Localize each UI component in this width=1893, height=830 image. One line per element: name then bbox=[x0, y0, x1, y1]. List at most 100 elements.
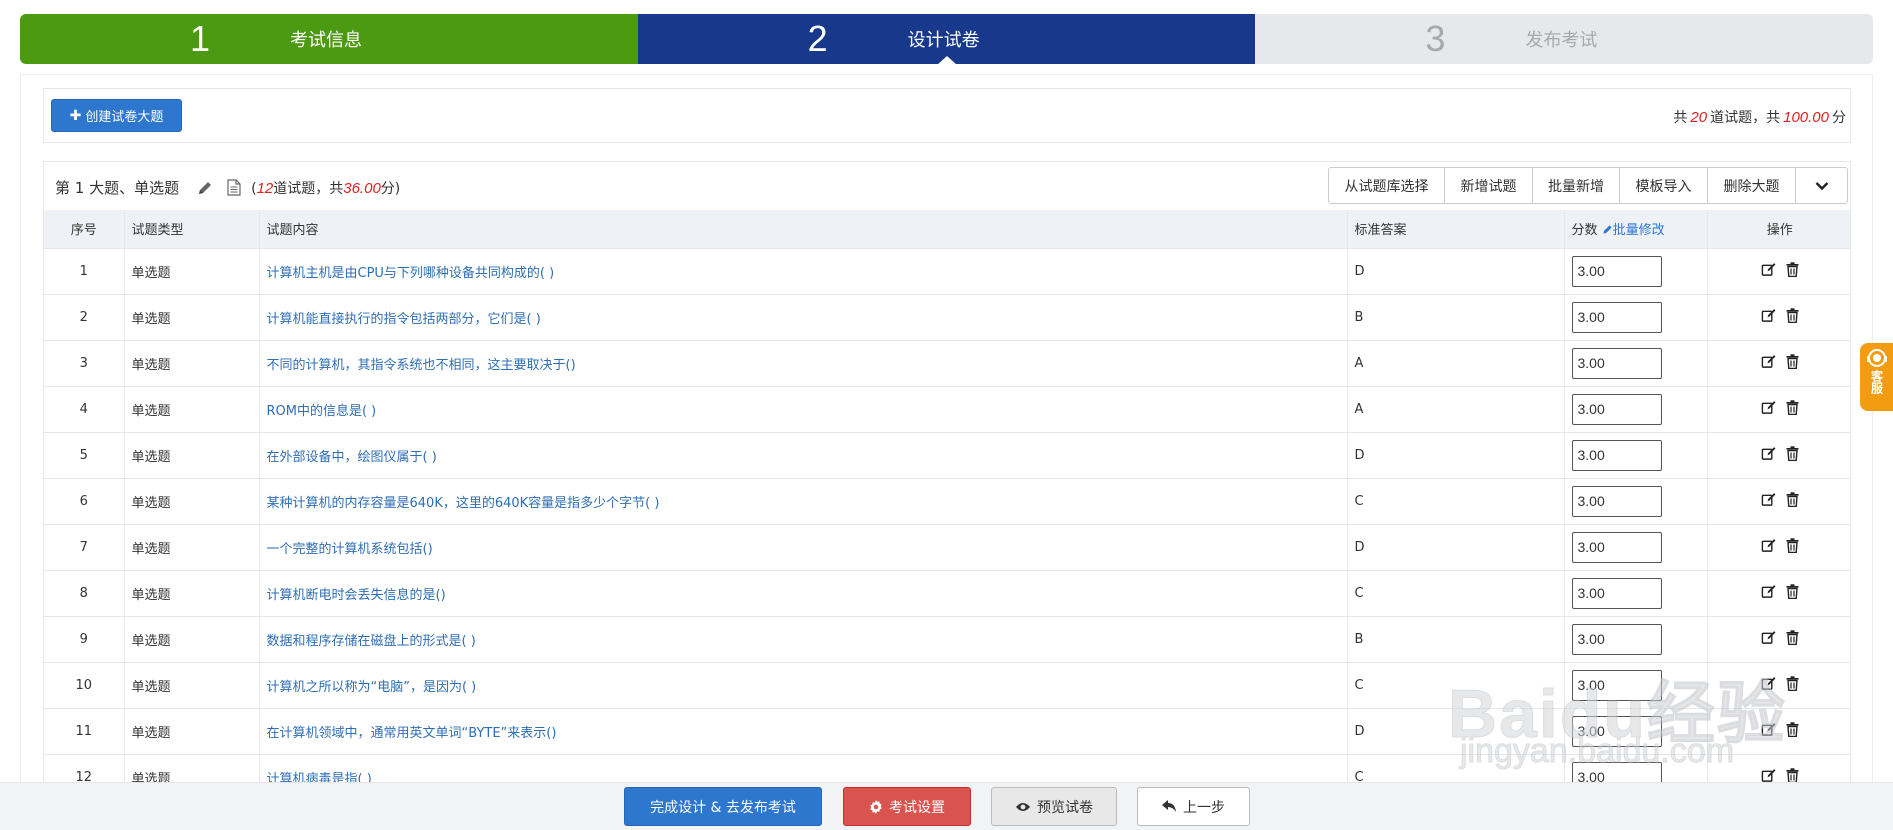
batch-edit-link[interactable]: 批量修改 bbox=[1602, 223, 1665, 238]
col-header-no: 序号 bbox=[44, 210, 125, 248]
trash-icon[interactable] bbox=[1786, 583, 1799, 603]
score-input[interactable] bbox=[1571, 485, 1662, 517]
question-content-link[interactable]: 数据和程序存储在磁盘上的形式是( ) bbox=[259, 615, 1348, 662]
score-input[interactable] bbox=[1571, 255, 1662, 287]
edit-icon[interactable] bbox=[1761, 630, 1776, 649]
pencil-icon[interactable] bbox=[197, 179, 215, 197]
step-label: 发布考试 bbox=[1525, 30, 1598, 51]
trash-icon[interactable] bbox=[1786, 721, 1799, 741]
operation-cell bbox=[1707, 247, 1850, 294]
edit-icon[interactable] bbox=[1761, 262, 1776, 281]
edit-icon[interactable] bbox=[1761, 538, 1776, 557]
step-label: 考试信息 bbox=[290, 30, 362, 51]
operation-cell bbox=[1707, 385, 1850, 432]
paper-total-summary: 共 20 道试题，共 100.00 分 bbox=[1673, 107, 1846, 127]
question-content-link[interactable]: ROM中的信息是( ) bbox=[259, 385, 1348, 432]
count-mid: 道试题，共 bbox=[273, 180, 344, 197]
score-input[interactable] bbox=[1571, 439, 1662, 471]
question-content-link[interactable]: 不同的计算机，其指令系统也不相同，这主要取决于() bbox=[259, 339, 1348, 386]
batch-add-button[interactable]: 批量新增 bbox=[1532, 167, 1620, 204]
operation-cell bbox=[1707, 661, 1850, 708]
standard-answer: C bbox=[1347, 477, 1565, 524]
edit-icon[interactable] bbox=[1761, 308, 1776, 327]
step-design-paper[interactable]: 2 设计试卷 bbox=[637, 14, 1256, 65]
trash-icon[interactable] bbox=[1786, 399, 1799, 419]
standard-answer: D bbox=[1347, 707, 1565, 754]
table-row: 2 单选题 计算机能直接执行的指令包括两部分，它们是( ) B bbox=[44, 293, 1850, 340]
edit-icon[interactable] bbox=[1761, 676, 1776, 695]
standard-answer: C bbox=[1347, 661, 1565, 708]
score-input[interactable] bbox=[1571, 715, 1662, 747]
delete-section-button[interactable]: 删除大题 bbox=[1707, 167, 1796, 204]
score-cell bbox=[1564, 247, 1708, 294]
score-cell bbox=[1564, 753, 1708, 785]
operation-cell bbox=[1707, 523, 1850, 570]
question-content-link[interactable]: 某种计算机的内存容量是640K，这里的640K容量是指多少个字节( ) bbox=[259, 477, 1348, 524]
table-row: 6 单选题 某种计算机的内存容量是640K，这里的640K容量是指多少个字节( ) C bbox=[44, 477, 1850, 524]
step-label: 设计试卷 bbox=[907, 30, 980, 51]
section-title: 第 1 大题、单选题 bbox=[55, 179, 180, 197]
score-input[interactable] bbox=[1571, 393, 1662, 425]
select-from-bank-button[interactable]: 从试题库选择 bbox=[1328, 167, 1445, 204]
step-exam-info[interactable]: 1 考试信息 bbox=[20, 14, 638, 64]
question-type: 单选题 bbox=[124, 293, 260, 340]
question-content-link[interactable]: 在计算机领域中，通常用英文单词“BYTE”来表示() bbox=[259, 707, 1348, 754]
previous-step-button[interactable]: 上一步 bbox=[1137, 787, 1250, 826]
question-number: 11 bbox=[44, 707, 125, 754]
score-input[interactable] bbox=[1571, 347, 1662, 379]
customer-service-label: 客服 bbox=[1869, 370, 1884, 394]
col-header-score: 分数 批量修改 bbox=[1564, 210, 1708, 248]
col-header-type: 试题类型 bbox=[124, 210, 260, 248]
score-input[interactable] bbox=[1571, 301, 1662, 333]
score-cell bbox=[1564, 661, 1708, 708]
score-input[interactable] bbox=[1571, 577, 1662, 609]
finish-label: 完成设计 & 去发布考试 bbox=[650, 799, 796, 816]
edit-icon[interactable] bbox=[1761, 722, 1776, 741]
trash-icon[interactable] bbox=[1786, 445, 1799, 465]
edit-icon[interactable] bbox=[1761, 400, 1776, 419]
reply-arrow-icon bbox=[1162, 800, 1176, 812]
document-icon[interactable] bbox=[227, 179, 245, 197]
create-section-button[interactable]: ✚ 创建试卷大题 bbox=[51, 99, 182, 132]
trash-icon[interactable] bbox=[1786, 629, 1799, 649]
finish-and-publish-button[interactable]: 完成设计 & 去发布考试 bbox=[624, 787, 822, 826]
question-content-link[interactable]: 一个完整的计算机系统包括() bbox=[259, 523, 1348, 570]
score-input[interactable] bbox=[1571, 623, 1662, 655]
question-content-link[interactable]: 在外部设备中，绘图仪属于( ) bbox=[259, 431, 1348, 478]
trash-icon[interactable] bbox=[1786, 537, 1799, 557]
edit-icon[interactable] bbox=[1761, 584, 1776, 603]
collapse-section-button[interactable] bbox=[1795, 167, 1848, 204]
section-actions: 从试题库选择 新增试题 批量新增 模板导入 删除大题 bbox=[1328, 167, 1848, 204]
question-content-link[interactable]: 计算机病毒是指( ) bbox=[259, 753, 1348, 785]
table-header-row: 序号 试题类型 试题内容 标准答案 分数 批量修改 操作 bbox=[44, 210, 1850, 248]
trash-icon[interactable] bbox=[1786, 353, 1799, 373]
add-question-button[interactable]: 新增试题 bbox=[1444, 167, 1533, 204]
col-header-answer: 标准答案 bbox=[1347, 210, 1565, 248]
question-number: 4 bbox=[44, 385, 125, 432]
customer-service-tab[interactable]: 客服 bbox=[1860, 343, 1893, 411]
exam-settings-button[interactable]: 考试设置 bbox=[843, 787, 971, 826]
step-publish-exam[interactable]: 3 发布考试 bbox=[1255, 14, 1874, 64]
table-row: 8 单选题 计算机断电时会丢失信息的是() C bbox=[44, 569, 1850, 616]
standard-answer: D bbox=[1347, 523, 1565, 570]
edit-icon[interactable] bbox=[1761, 446, 1776, 465]
question-content-link[interactable]: 计算机断电时会丢失信息的是() bbox=[259, 569, 1348, 616]
preview-paper-button[interactable]: 预览试卷 bbox=[991, 787, 1117, 826]
question-content-link[interactable]: 计算机能直接执行的指令包括两部分，它们是( ) bbox=[259, 293, 1348, 340]
score-input[interactable] bbox=[1571, 531, 1662, 563]
trash-icon[interactable] bbox=[1786, 491, 1799, 511]
question-content-link[interactable]: 计算机之所以称为“电脑”，是因为( ) bbox=[259, 661, 1348, 708]
template-import-button[interactable]: 模板导入 bbox=[1619, 167, 1708, 204]
score-input[interactable] bbox=[1571, 669, 1662, 701]
trash-icon[interactable] bbox=[1786, 675, 1799, 695]
table-row: 4 单选题 ROM中的信息是( ) A bbox=[44, 385, 1850, 432]
step-number: 2 bbox=[807, 18, 828, 59]
edit-icon[interactable] bbox=[1761, 492, 1776, 511]
question-type: 单选题 bbox=[124, 707, 260, 754]
score-cell bbox=[1564, 523, 1708, 570]
trash-icon[interactable] bbox=[1786, 307, 1799, 327]
total-question-count: 20 bbox=[1690, 109, 1708, 126]
question-content-link[interactable]: 计算机主机是由CPU与下列哪种设备共同构成的( ) bbox=[259, 247, 1348, 294]
edit-icon[interactable] bbox=[1761, 354, 1776, 373]
trash-icon[interactable] bbox=[1786, 261, 1799, 281]
